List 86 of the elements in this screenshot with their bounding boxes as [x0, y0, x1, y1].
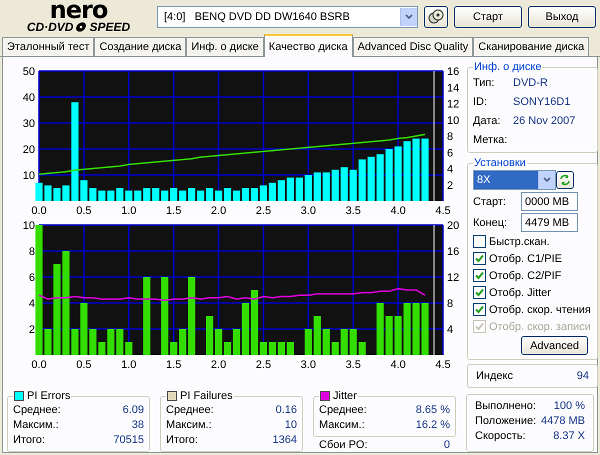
stat-label: Итого:: [166, 434, 198, 446]
axis-label: 1.5: [166, 205, 182, 215]
axis-label: 0.5: [76, 359, 92, 369]
index-label: Индекс: [476, 370, 513, 382]
axis-label: 0.0: [31, 359, 47, 369]
axis-label: 40: [22, 92, 35, 104]
axis-label: 0.5: [76, 205, 92, 215]
stat-label: Положение:: [475, 415, 536, 427]
stat-value: 0: [444, 439, 450, 451]
group-title: PI Errors: [13, 390, 72, 402]
axis-label: 8: [447, 131, 454, 143]
axis-label: 12: [447, 98, 460, 110]
axis-label: 4.0: [390, 205, 406, 215]
logo-text: CD·DVD: [26, 20, 74, 34]
axis-label: 14: [447, 82, 460, 94]
axis-label: 4.0: [390, 359, 406, 369]
axis-label: 1.0: [121, 205, 136, 215]
axis-label: 4: [447, 164, 454, 176]
axis-label: 30: [22, 118, 35, 130]
axis-label: 2.0: [210, 205, 226, 215]
stat-label: Среднее:: [319, 404, 367, 416]
axis-label: 4: [28, 298, 35, 310]
field-label: Конец:: [473, 216, 508, 228]
stat-value: 4478 MB: [540, 415, 585, 427]
stat-label: Среднее:: [166, 404, 214, 416]
stat-value: 8.65 %: [416, 404, 450, 416]
stat-label: Скорость:: [475, 430, 526, 442]
logo-text: SPEED: [89, 20, 130, 34]
axis-label: 3.5: [346, 359, 361, 369]
stat-label: Итого:: [13, 434, 45, 446]
axis-label: 4.5: [435, 359, 451, 369]
info-label: Тип:: [473, 76, 496, 88]
axis-label: 6: [28, 272, 35, 284]
axis-label: 20: [447, 220, 460, 232]
stat-value: 16.2 %: [416, 419, 450, 431]
stat-value: 0.16: [276, 404, 297, 416]
stat-label: Максим.:: [319, 419, 365, 431]
group-title: Инф. о диске: [473, 61, 542, 73]
axis-label: 8: [28, 246, 35, 258]
axis-label: 2.0: [210, 359, 226, 369]
stat-value: 6.09: [122, 404, 144, 416]
stat-label: Среднее:: [13, 404, 61, 416]
axis-label: 3.0: [300, 359, 316, 369]
axis-label: 4.5: [435, 205, 451, 215]
axis-label: 1.5: [166, 359, 182, 369]
axis-label: 2: [447, 180, 454, 192]
stat-label: Сбои PO:: [319, 439, 368, 451]
group-title: Jitter: [319, 390, 358, 402]
axis-label: 20: [22, 144, 35, 156]
axis-label: 6: [447, 147, 454, 160]
axis-label: 10: [22, 170, 35, 182]
info-label: Метка:: [473, 134, 507, 146]
axis-label: 2.5: [256, 205, 272, 215]
stat-value: 8.37 X: [553, 430, 585, 442]
axis-label: 1.0: [121, 359, 136, 369]
axis-label: 10: [447, 114, 460, 127]
axis-label: 16: [447, 246, 460, 258]
axis-label: 2.5: [256, 359, 272, 369]
axis-label: 10: [22, 220, 35, 232]
stat-value: 10: [284, 419, 297, 431]
axis-label: 3.0: [300, 205, 316, 215]
info-value: DVD-R: [513, 76, 548, 88]
logo-wordmark: nero: [50, 0, 108, 20]
axis-label: 2: [28, 324, 35, 336]
stat-value: 70515: [113, 434, 144, 446]
axis-label: 4: [447, 324, 454, 336]
stat-value: 38: [132, 419, 144, 431]
axis-label: 16: [447, 66, 460, 78]
axis-label: 12: [447, 272, 460, 284]
info-value: 26 Nov 2007: [513, 114, 576, 126]
stat-value: 100 %: [554, 400, 585, 412]
axis-label: 50: [22, 66, 35, 78]
stat-label: Максим.:: [13, 419, 59, 431]
axis-label: 3.5: [346, 205, 361, 215]
info-label: Дата:: [473, 114, 502, 126]
stat-label: Выполнено:: [475, 400, 536, 412]
group-title: Установки: [473, 157, 527, 169]
field-label: Старт:: [473, 196, 506, 208]
index-value: 94: [576, 370, 589, 382]
axis-label: 8: [447, 298, 454, 310]
info-value: SONY16D1: [513, 96, 570, 108]
group-title: PI Failures: [166, 390, 234, 402]
axis-label: 0.0: [31, 205, 47, 215]
stat-label: Максим.:: [166, 419, 212, 431]
info-label: ID:: [473, 96, 488, 108]
stat-value: 1364: [272, 434, 297, 446]
